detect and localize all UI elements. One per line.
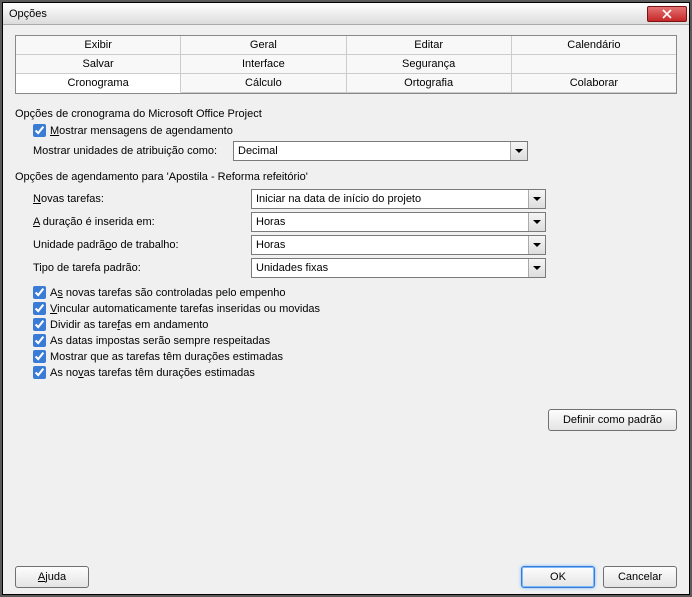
tab-calendario[interactable]: Calendário <box>512 36 676 55</box>
tab-cronograma[interactable]: Cronograma <box>16 74 181 93</box>
row-new-tasks: Novas tarefas: Iniciar na data de início… <box>33 189 677 209</box>
tab-seguranca[interactable]: Segurança <box>347 55 512 74</box>
chevron-down-icon <box>528 259 545 277</box>
chk-new-tasks-estimated[interactable]: As novas tarefas têm durações estimadas <box>33 366 677 379</box>
chk-split-in-progress-label: Dividir as tarefas em andamento <box>50 319 208 331</box>
help-button[interactable]: Ajuda <box>15 566 89 588</box>
dialog-body: Exibir Geral Editar Calendário Salvar In… <box>3 25 689 560</box>
chk-split-in-progress[interactable]: Dividir as tarefas em andamento <box>33 318 677 331</box>
combo-task-type-value: Unidades fixas <box>252 262 528 274</box>
close-button[interactable] <box>647 6 687 22</box>
chk-autolink-label: Vincular automaticamente tarefas inserid… <box>50 303 320 315</box>
chk-split-in-progress-box[interactable] <box>33 318 46 331</box>
chk-autolink-box[interactable] <box>33 302 46 315</box>
chk-show-estimated-box[interactable] <box>33 350 46 363</box>
row-duration: A duração é inserida em: Horas <box>33 212 677 232</box>
tabs-row-1: Exibir Geral Editar Calendário <box>16 36 676 55</box>
tabs: Exibir Geral Editar Calendário Salvar In… <box>15 35 677 94</box>
chevron-down-icon <box>510 142 527 160</box>
chk-new-tasks-estimated-box[interactable] <box>33 366 46 379</box>
chk-show-estimated-label: Mostrar que as tarefas têm durações esti… <box>50 351 283 363</box>
chk-new-tasks-estimated-label: As novas tarefas têm durações estimadas <box>50 367 255 379</box>
tab-calculo[interactable]: Cálculo <box>181 74 346 93</box>
chk-constraint-dates-box[interactable] <box>33 334 46 347</box>
chk-show-estimated[interactable]: Mostrar que as tarefas têm durações esti… <box>33 350 677 363</box>
window-title: Opções <box>9 8 647 20</box>
tab-colaborar[interactable]: Colaborar <box>512 74 676 93</box>
lbl-new-tasks: Novas tarefas: <box>33 193 251 205</box>
chevron-down-icon <box>528 236 545 254</box>
ok-button[interactable]: OK <box>521 566 595 588</box>
chk-show-scheduling-messages[interactable]: Mostrar mensagens de agendamento <box>33 124 677 137</box>
chk-show-scheduling-messages-label: Mostrar mensagens de agendamento <box>50 125 233 137</box>
options-dialog: Opções Exibir Geral Editar Calendário Sa… <box>2 2 690 595</box>
lbl-assignment-units: Mostrar unidades de atribuição como: <box>33 145 233 157</box>
chk-effort-driven-box[interactable] <box>33 286 46 299</box>
combo-duration[interactable]: Horas <box>251 212 546 232</box>
chk-autolink[interactable]: Vincular automaticamente tarefas inserid… <box>33 302 677 315</box>
chk-effort-driven[interactable]: As novas tarefas são controladas pelo em… <box>33 286 677 299</box>
combo-new-tasks[interactable]: Iniciar na data de início do projeto <box>251 189 546 209</box>
cancel-button[interactable]: Cancelar <box>603 566 677 588</box>
lbl-work-unit: Unidade padrãoo de trabalho: <box>33 239 251 251</box>
footer: Ajuda OK Cancelar <box>3 560 689 594</box>
content: Opções de cronograma do Microsoft Office… <box>15 100 677 552</box>
combo-work-unit[interactable]: Horas <box>251 235 546 255</box>
combo-new-tasks-value: Iniciar na data de início do projeto <box>252 193 528 205</box>
tab-interface[interactable]: Interface <box>181 55 346 74</box>
tab-empty <box>512 55 676 74</box>
close-icon <box>662 9 672 19</box>
tab-ortografia[interactable]: Ortografia <box>347 74 512 93</box>
tab-exibir[interactable]: Exibir <box>16 36 181 55</box>
tabs-row-2: Salvar Interface Segurança <box>16 55 676 74</box>
combo-work-unit-value: Horas <box>252 239 528 251</box>
chevron-down-icon <box>528 213 545 231</box>
tab-editar[interactable]: Editar <box>347 36 512 55</box>
tabs-row-3: Cronograma Cálculo Ortografia Colaborar <box>16 74 676 93</box>
chk-constraint-dates-label: As datas impostas serão sempre respeitad… <box>50 335 270 347</box>
lbl-task-type: Tipo de tarefa padrão: <box>33 262 251 274</box>
combo-duration-value: Horas <box>252 216 528 228</box>
row-work-unit: Unidade padrãoo de trabalho: Horas <box>33 235 677 255</box>
section-title-file: Opções de agendamento para 'Apostila - R… <box>15 171 677 183</box>
combo-assignment-units[interactable]: Decimal <box>233 141 528 161</box>
titlebar: Opções <box>3 3 689 25</box>
row-assignment-units: Mostrar unidades de atribuição como: Dec… <box>33 141 677 161</box>
combo-task-type[interactable]: Unidades fixas <box>251 258 546 278</box>
combo-assignment-units-value: Decimal <box>234 145 510 157</box>
chk-show-scheduling-messages-box[interactable] <box>33 124 46 137</box>
section-title-project: Opções de cronograma do Microsoft Office… <box>15 108 677 120</box>
tab-geral[interactable]: Geral <box>181 36 346 55</box>
chk-effort-driven-label: As novas tarefas são controladas pelo em… <box>50 287 285 299</box>
chevron-down-icon <box>528 190 545 208</box>
tab-salvar[interactable]: Salvar <box>16 55 181 74</box>
chk-constraint-dates[interactable]: As datas impostas serão sempre respeitad… <box>33 334 677 347</box>
row-task-type: Tipo de tarefa padrão: Unidades fixas <box>33 258 677 278</box>
lbl-duration: A duração é inserida em: <box>33 216 251 228</box>
set-as-default-button[interactable]: Definir como padrão <box>548 409 677 431</box>
